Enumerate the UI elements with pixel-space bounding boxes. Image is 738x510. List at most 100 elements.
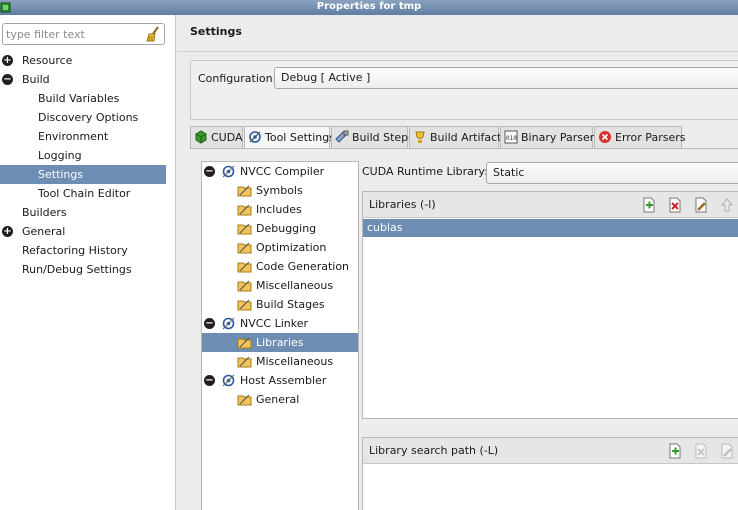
svg-text:010: 010 <box>506 135 517 142</box>
delete-icon[interactable] <box>667 197 683 213</box>
option-folder-icon <box>237 299 252 311</box>
expand-icon[interactable]: + <box>2 226 13 237</box>
option-folder-icon <box>237 223 252 235</box>
tree-item-symbols[interactable]: Symbols <box>202 181 358 200</box>
tree-label: Libraries <box>256 336 304 349</box>
tree-label: Miscellaneous <box>256 355 334 368</box>
error-icon <box>599 131 611 143</box>
tree-item-code-generation[interactable]: Code Generation <box>202 257 358 276</box>
tree-item-miscellaneous-linker[interactable]: Miscellaneous <box>202 352 358 371</box>
nav-item-tool-chain-editor[interactable]: Tool Chain Editor <box>0 184 176 203</box>
tab-build-steps[interactable]: Build Steps <box>331 126 414 148</box>
nav-label: General <box>22 225 66 238</box>
tree-item-miscellaneous-compiler[interactable]: Miscellaneous <box>202 276 358 295</box>
build-steps-icon <box>335 130 349 143</box>
nav-item-refactoring-history[interactable]: Refactoring History <box>0 241 176 260</box>
expand-icon[interactable]: + <box>2 55 13 66</box>
tool-gear-icon <box>222 317 235 330</box>
tree-label: Miscellaneous <box>256 279 334 292</box>
option-folder-icon <box>237 356 252 368</box>
settings-page: Settings Configuration: Debug [ Active ]… <box>177 15 738 510</box>
nav-item-settings[interactable]: Settings <box>0 165 166 184</box>
collapse-icon[interactable]: − <box>204 375 215 386</box>
tree-item-optimization[interactable]: Optimization <box>202 238 358 257</box>
add-icon[interactable] <box>667 443 683 459</box>
binary-parsers-icon: 010 <box>504 130 518 144</box>
nav-item-build[interactable]: − Build <box>0 70 176 89</box>
nav-item-general[interactable]: + General <box>0 222 176 241</box>
tree-label: Code Generation <box>256 260 350 273</box>
nav-label: Resource <box>22 54 73 67</box>
nav-label: Logging <box>38 149 82 162</box>
libraries-panel-header: Libraries (-l) <box>363 192 738 218</box>
tree-item-debugging[interactable]: Debugging <box>202 219 358 238</box>
nav-item-build-variables[interactable]: Build Variables <box>0 89 176 108</box>
tool-gear-icon <box>222 165 235 178</box>
nav-label: Settings <box>38 168 84 181</box>
left-navigation-pane: + Resource − Build Build Variables Disco… <box>0 15 176 510</box>
tree-item-build-stages[interactable]: Build Stages <box>202 295 358 314</box>
libraries-panel-title: Libraries (-l) <box>369 198 436 211</box>
collapse-icon[interactable]: − <box>204 166 215 177</box>
tree-label: General <box>256 393 300 406</box>
tab-build-artifact[interactable]: Build Artifact <box>409 126 502 148</box>
nav-label: Discovery Options <box>38 111 139 124</box>
tab-binary-parsers[interactable]: 010 Binary Parsers <box>500 126 600 148</box>
clear-filter-icon[interactable] <box>145 26 161 42</box>
tool-settings-icon <box>249 131 261 143</box>
nav-item-logging[interactable]: Logging <box>0 146 176 165</box>
nav-label: Environment <box>38 130 109 143</box>
delete-icon[interactable] <box>693 443 709 459</box>
window-title: Properties for tmp <box>316 1 422 12</box>
filter-box <box>2 23 165 45</box>
tab-cuda[interactable]: CUDA <box>190 126 243 148</box>
move-up-icon[interactable] <box>719 197 735 213</box>
tree-item-includes[interactable]: Includes <box>202 200 358 219</box>
option-folder-icon <box>237 394 252 406</box>
collapse-icon[interactable]: − <box>204 318 215 329</box>
cuda-runtime-library-select[interactable]: Static <box>486 162 738 184</box>
nav-item-run-debug-settings[interactable]: Run/Debug Settings <box>0 260 176 279</box>
tab-label: Error Parsers <box>615 131 686 144</box>
nav-label: Tool Chain Editor <box>38 187 131 200</box>
edit-icon[interactable] <box>719 443 735 459</box>
list-item[interactable]: cublas <box>363 219 738 237</box>
tree-label: Build Stages <box>256 298 325 311</box>
nav-label: Build <box>22 73 50 86</box>
tab-tool-settings[interactable]: Tool Settings <box>244 126 335 149</box>
nav-label: Builders <box>22 206 67 219</box>
configuration-select[interactable]: Debug [ Active ] <box>274 67 738 89</box>
nav-label: Run/Debug Settings <box>22 263 132 276</box>
tree-label: Host Assembler <box>240 374 327 387</box>
nav-item-discovery-options[interactable]: Discovery Options <box>0 108 176 127</box>
build-artifact-icon <box>415 131 425 143</box>
option-folder-icon <box>237 204 252 216</box>
tree-label: Symbols <box>256 184 303 197</box>
navigation-tree: + Resource − Build Build Variables Disco… <box>0 51 176 279</box>
option-folder-icon <box>237 185 252 197</box>
nav-item-environment[interactable]: Environment <box>0 127 176 146</box>
libraries-list-panel: Libraries (-l) cublas <box>362 191 738 419</box>
library-search-path-panel: Library search path (-L) <box>362 437 738 510</box>
tab-label: Tool Settings <box>265 131 335 144</box>
nav-item-resource[interactable]: + Resource <box>0 51 176 70</box>
filter-input[interactable] <box>6 26 144 42</box>
tree-item-general[interactable]: General <box>202 390 358 409</box>
tree-item-nvcc-linker[interactable]: − NVCC Linker <box>202 314 358 333</box>
search-path-panel-header: Library search path (-L) <box>363 438 738 464</box>
search-path-panel-title: Library search path (-L) <box>369 444 499 457</box>
edit-icon[interactable] <box>693 197 709 213</box>
tree-label: NVCC Compiler <box>240 165 325 178</box>
tree-item-libraries[interactable]: Libraries <box>202 333 358 352</box>
tool-settings-panel: − NVCC Compiler Symbols Includes Debuggi… <box>190 148 738 510</box>
tab-label: Build Artifact <box>430 131 502 144</box>
collapse-icon[interactable]: − <box>2 74 13 85</box>
tree-item-host-assembler[interactable]: − Host Assembler <box>202 371 358 390</box>
tree-item-nvcc-compiler[interactable]: − NVCC Compiler <box>202 162 358 181</box>
tool-tree: − NVCC Compiler Symbols Includes Debuggi… <box>201 161 359 510</box>
tab-label: Binary Parsers <box>521 131 600 144</box>
option-folder-icon <box>237 242 252 254</box>
tab-error-parsers[interactable]: Error Parsers <box>594 126 686 148</box>
nav-item-builders[interactable]: Builders <box>0 203 176 222</box>
add-icon[interactable] <box>641 197 657 213</box>
